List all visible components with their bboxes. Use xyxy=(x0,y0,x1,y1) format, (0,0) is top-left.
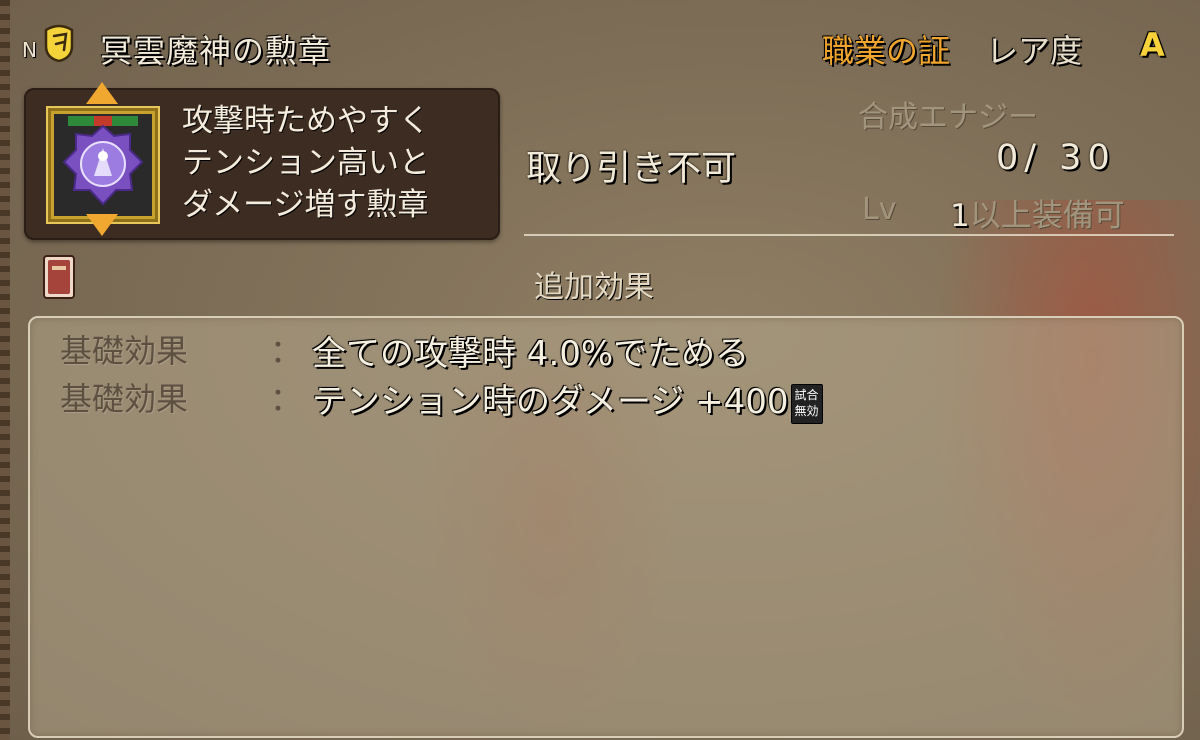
book-icon[interactable] xyxy=(42,254,76,300)
item-category: 職業の証 xyxy=(822,32,951,70)
effect-value: テンション時のダメージ +400 試合 無効 xyxy=(312,374,823,424)
effect-value-text: テンション時のダメージ +400 xyxy=(312,382,789,422)
synthesis-energy-value: 0/ 30 xyxy=(996,138,1116,178)
effect-colon: ： xyxy=(270,380,303,418)
effect-label: 基礎効果 xyxy=(60,332,189,370)
effect-value: 全ての攻撃時 4.0%でためる xyxy=(312,334,750,374)
additional-effects-label: 追加効果 xyxy=(534,270,654,305)
item-description-panel: 攻撃時ためやすく テンション高いと ダメージ増す勲章 xyxy=(24,82,500,240)
rarity-label: レア度 xyxy=(986,32,1083,70)
effects-panel: 基礎効果 ： 全ての攻撃時 4.0%でためる 基礎効果 ： テンション時のダメー… xyxy=(28,316,1184,738)
effect-colon: ： xyxy=(270,332,303,370)
synthesis-energy-label: 合成エナジー xyxy=(858,100,1038,135)
scroll-up-arrow[interactable] xyxy=(86,82,118,104)
level-label: Lv xyxy=(862,192,897,227)
description-line: 攻撃時ためやすく xyxy=(182,103,430,139)
level-value: 1 xyxy=(950,198,970,234)
item-name: 冥雲魔神の勲章 xyxy=(100,32,332,70)
description-line: ダメージ増す勲章 xyxy=(182,187,429,223)
badge-line: 無効 xyxy=(794,403,819,418)
level-requirement: 1以上装備可 xyxy=(950,190,1125,235)
sword-badge-icon xyxy=(44,24,74,62)
match-invalid-badge: 試合 無効 xyxy=(790,383,823,424)
level-suffix: 以上装備可 xyxy=(969,198,1125,234)
rank-letter: N xyxy=(22,38,37,62)
item-icon-frame[interactable] xyxy=(46,106,160,224)
badge-line: 試合 xyxy=(794,387,819,402)
item-image xyxy=(54,114,152,216)
description-line: テンション高いと xyxy=(182,145,430,181)
rarity-value: A xyxy=(1140,26,1165,64)
effect-label: 基礎効果 xyxy=(60,380,189,418)
left-border-decoration xyxy=(0,0,10,740)
description-text: 攻撃時ためやすく テンション高いと ダメージ増す勲章 xyxy=(182,100,492,226)
medal-icon xyxy=(62,116,144,206)
divider xyxy=(524,234,1174,236)
scroll-down-arrow[interactable] xyxy=(86,214,118,236)
item-header: N 冥雲魔神の勲章 職業の証 レア度 A xyxy=(0,0,1200,80)
trade-status: 取り引き不可 xyxy=(526,149,737,189)
